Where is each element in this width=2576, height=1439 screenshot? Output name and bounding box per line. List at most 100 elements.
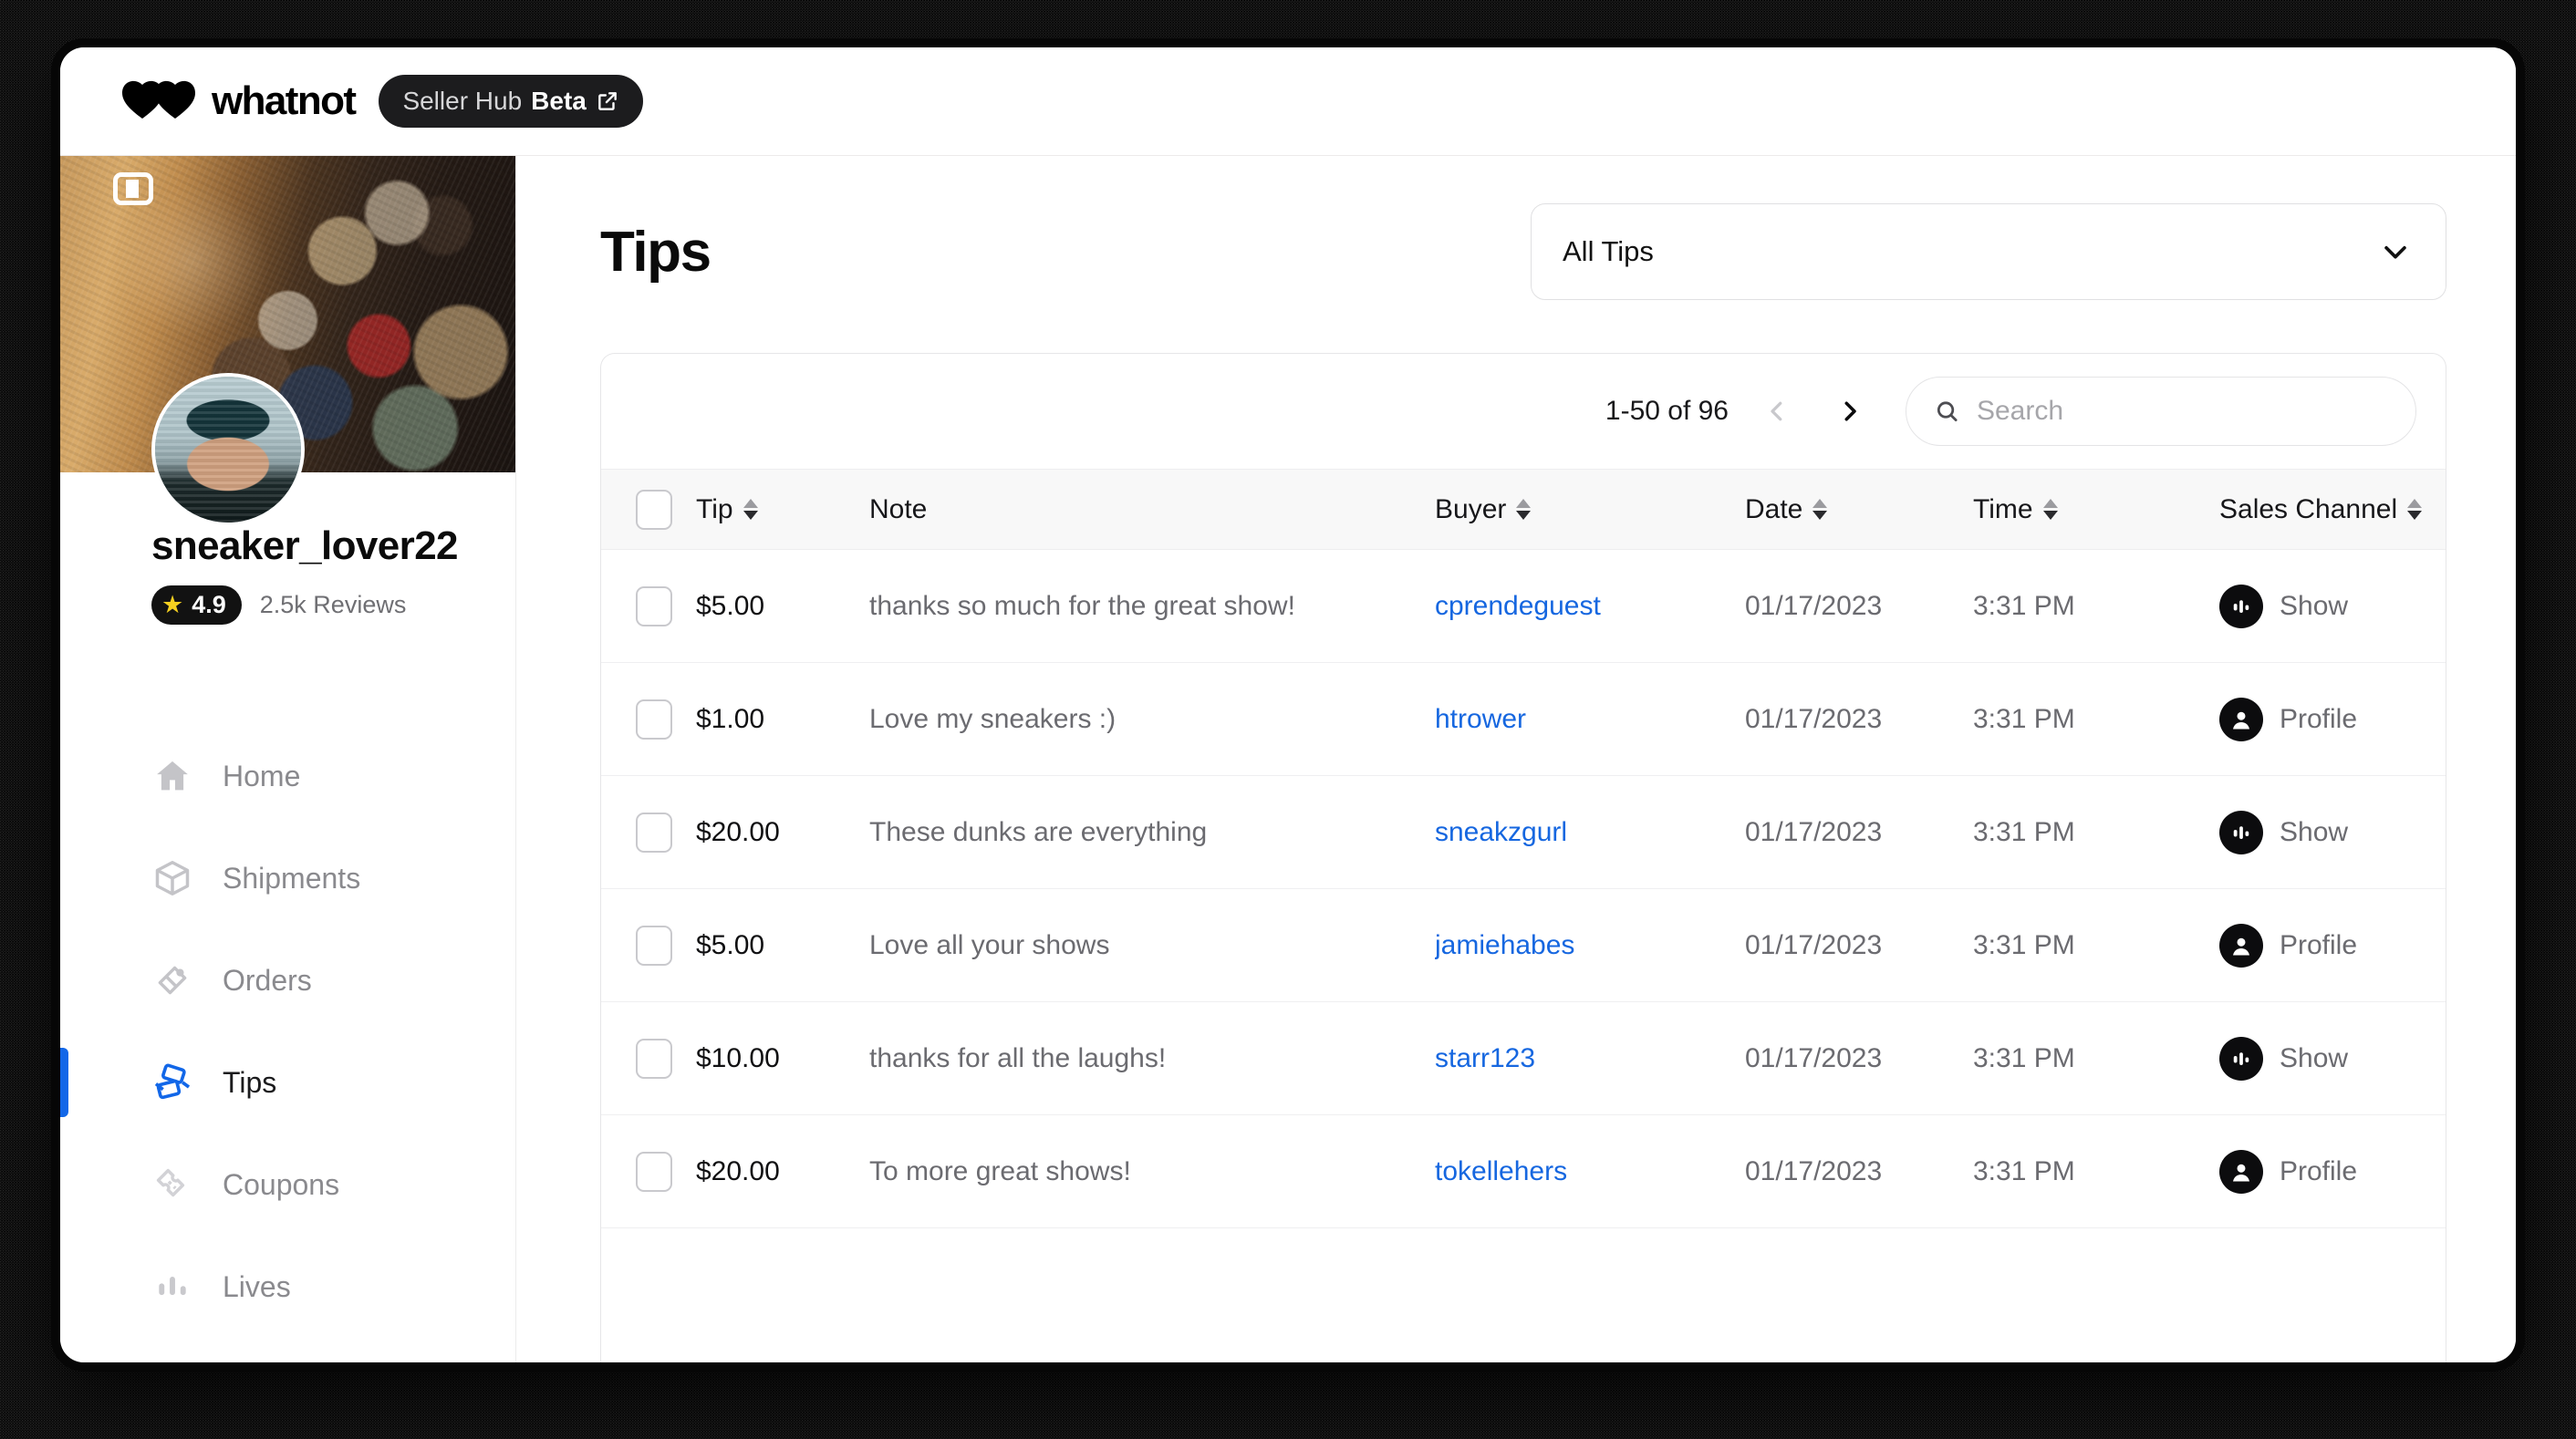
row-checkbox[interactable]: [636, 699, 672, 740]
row-select-cell: [601, 888, 696, 1002]
banner-glow: [115, 183, 270, 338]
avatar-photo: [155, 377, 301, 523]
tips-filter-value: All Tips: [1563, 235, 1654, 267]
row-checkbox[interactable]: [636, 925, 672, 966]
sidebar-item-home[interactable]: Home: [60, 725, 515, 827]
live-show-icon: [2219, 584, 2263, 628]
cell-tip: $20.00: [696, 1114, 869, 1228]
row-select-cell: [601, 662, 696, 776]
cell-buyer: jamiehabes: [1435, 888, 1745, 1002]
cell-sales-channel: Profile: [2219, 888, 2446, 1002]
sidebar-item-label: Coupons: [223, 1167, 340, 1201]
cell-time: 3:31 PM: [1973, 888, 2219, 1002]
person-icon: [2219, 1149, 2263, 1194]
buyer-link[interactable]: cprendeguest: [1435, 591, 1601, 621]
buyer-link[interactable]: starr123: [1435, 1043, 1535, 1073]
sales-channel-label: Profile: [2280, 1155, 2358, 1186]
row-checkbox[interactable]: [636, 812, 672, 853]
row-checkbox[interactable]: [636, 1151, 672, 1192]
table-row[interactable]: $5.00 thanks so much for the great show! c…: [601, 549, 2446, 663]
seller-hub-beta-button[interactable]: Seller Hub Beta: [379, 75, 643, 128]
browser-window: whatnot Seller Hub Beta sneaker_lover22: [60, 47, 2516, 1362]
cell-buyer: cprendeguest: [1435, 549, 1745, 663]
search-input[interactable]: [1976, 396, 2388, 427]
cell-tip: $5.00: [696, 549, 869, 663]
cell-buyer: sneakzgurl: [1435, 775, 1745, 889]
column-label: Note: [869, 493, 928, 524]
column-header-tip[interactable]: Tip: [696, 470, 869, 550]
sidebar-item-label: Shipments: [223, 861, 361, 895]
column-header-sales-channel[interactable]: Sales Channel: [2219, 470, 2446, 550]
sidebar-item-lives[interactable]: Lives: [60, 1236, 515, 1338]
row-checkbox[interactable]: [636, 1038, 672, 1079]
sidebar-collapse-icon[interactable]: [113, 172, 153, 205]
buyer-link[interactable]: tokellehers: [1435, 1156, 1567, 1186]
column-header-date[interactable]: Date: [1745, 470, 1973, 550]
search-icon: [1937, 401, 1958, 422]
next-page-button[interactable]: [1825, 387, 1875, 436]
column-label: Time: [1973, 493, 2033, 524]
cell-buyer: htrower: [1435, 662, 1745, 776]
select-all-checkbox[interactable]: [636, 489, 672, 530]
table-row[interactable]: $5.00 Love all your shows jamiehabes 01/17/…: [601, 888, 2446, 1002]
cell-time: 3:31 PM: [1973, 1001, 2219, 1115]
cell-note: Love my sneakers :): [869, 662, 1435, 776]
sidebar-item-orders[interactable]: Orders: [60, 929, 515, 1031]
app-header: whatnot Seller Hub Beta: [60, 47, 2516, 156]
search-box[interactable]: [1906, 377, 2416, 446]
cell-note: These dunks are everything: [869, 775, 1435, 889]
sales-channel-label: Show: [2280, 1042, 2349, 1073]
cell-tip: $20.00: [696, 775, 869, 889]
person-icon: [2219, 923, 2263, 968]
column-header-buyer[interactable]: Buyer: [1435, 470, 1745, 550]
table-toolbar: 1-50 of 96: [601, 354, 2446, 469]
cell-note: thanks so much for the great show!: [869, 549, 1435, 663]
sales-channel-label: Profile: [2280, 929, 2358, 960]
cell-sales-channel: Profile: [2219, 662, 2446, 776]
sort-icon: [1516, 499, 1532, 520]
row-select-cell: [601, 1001, 696, 1115]
table-row[interactable]: $20.00 To more great shows! tokellehers 01/…: [601, 1114, 2446, 1228]
sales-channel-label: Profile: [2280, 703, 2358, 734]
sales-channel-label: Show: [2280, 590, 2349, 621]
select-all-header: [601, 470, 696, 550]
sidebar-item-label: Tips: [223, 1065, 277, 1099]
cell-tip: $5.00: [696, 888, 869, 1002]
cell-time: 3:31 PM: [1973, 775, 2219, 889]
table-body: $5.00 thanks so much for the great show! c…: [601, 549, 2446, 1228]
bars-icon: [151, 1266, 193, 1308]
rating-value: 4.9: [192, 591, 226, 618]
buyer-link[interactable]: htrower: [1435, 704, 1526, 734]
sort-icon: [743, 499, 758, 520]
tips-table-card: 1-50 of 96 Search Tip Note Buyer Date Ti…: [600, 353, 2446, 1362]
chevron-right-icon: [1844, 401, 1856, 421]
page-header: Tips All Tips: [600, 203, 2446, 300]
table-row[interactable]: $10.00 thanks for all the laughs! starr123…: [601, 1001, 2446, 1115]
sidebar-nav: Home Shipments Orders Tips Coupons Lives: [60, 725, 515, 1338]
prev-page-button[interactable]: [1752, 387, 1802, 436]
tips-cash-icon: [151, 1061, 193, 1103]
column-header-time[interactable]: Time: [1973, 470, 2219, 550]
buyer-link[interactable]: sneakzgurl: [1435, 817, 1567, 847]
chevron-down-icon: [2384, 245, 2406, 259]
tips-filter-select[interactable]: All Tips: [1531, 203, 2446, 300]
star-icon: ★: [161, 591, 184, 618]
cell-date: 01/17/2023: [1745, 888, 1973, 1002]
buyer-link[interactable]: jamiehabes: [1435, 930, 1574, 960]
person-icon: [2219, 697, 2263, 741]
table-row[interactable]: $20.00 These dunks are everything sneakzgu…: [601, 775, 2446, 889]
column-header-note[interactable]: Note: [869, 470, 1435, 550]
sidebar-item-tips[interactable]: Tips: [60, 1031, 515, 1134]
row-select-cell: [601, 1114, 696, 1228]
cell-note: To more great shows!: [869, 1114, 1435, 1228]
sidebar-item-shipments[interactable]: Shipments: [60, 827, 515, 929]
row-checkbox[interactable]: [636, 585, 672, 626]
cell-tip: $1.00: [696, 662, 869, 776]
sidebar-item-coupons[interactable]: Coupons: [60, 1134, 515, 1236]
cell-date: 01/17/2023: [1745, 1114, 1973, 1228]
beta-label: Beta: [531, 87, 587, 115]
brand-logo[interactable]: whatnot: [122, 78, 357, 124]
sidebar-item-label: Lives: [223, 1269, 291, 1303]
table-row[interactable]: $1.00 Love my sneakers :) htrower 01/17/202…: [601, 662, 2446, 776]
cell-sales-channel: Show: [2219, 549, 2446, 663]
